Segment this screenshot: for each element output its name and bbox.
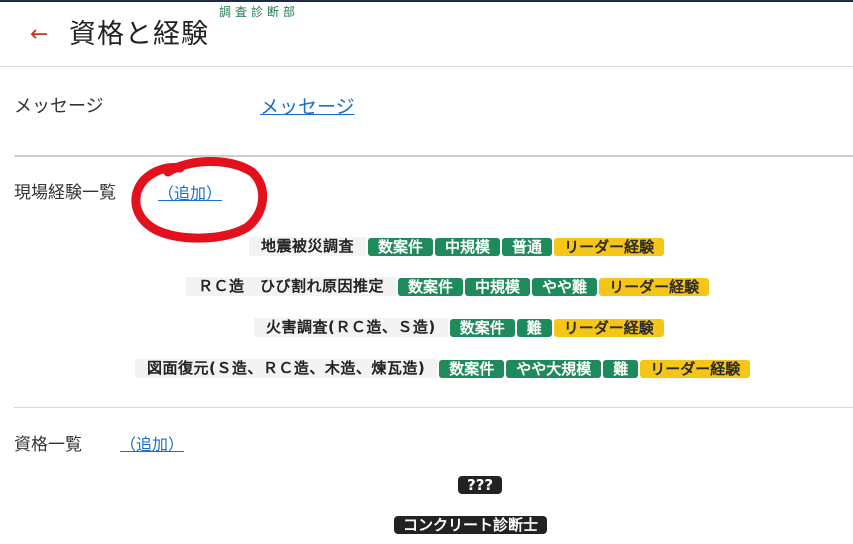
tag-difficulty: 普通 bbox=[502, 237, 553, 256]
experience-item: 地震被災調査 数案件 中規模 普通 リーダー経験 bbox=[249, 237, 665, 256]
tag-count: 数案件 bbox=[439, 359, 505, 378]
tag-scale: 中規模 bbox=[435, 237, 501, 256]
experience-item: 図面復元(Ｓ造、ＲＣ造、木造、煉瓦造) 数案件 やや大規模 難 リーダー経験 bbox=[135, 359, 751, 378]
header-divider bbox=[0, 66, 853, 67]
qualification-badge: コンクリート診断士 bbox=[394, 516, 548, 534]
section-divider bbox=[14, 407, 853, 408]
qualification-badge: ??? bbox=[458, 476, 503, 494]
message-label: メッセージ bbox=[14, 96, 104, 117]
tag-scale: やや大規模 bbox=[506, 359, 602, 378]
tag-difficulty: 難 bbox=[516, 318, 552, 337]
experience-item: 火害調査(ＲＣ造、Ｓ造) 数案件 難 リーダー経験 bbox=[254, 318, 664, 337]
add-qualification-link[interactable]: （追加） bbox=[120, 435, 184, 455]
message-link[interactable]: メッセージ bbox=[260, 95, 355, 119]
experience-item: ＲＣ造 ひび割れ原因推定 数案件 中規模 やや難 リーダー経験 bbox=[186, 277, 710, 296]
department-label: 調査診断部 bbox=[219, 5, 300, 19]
page-title: 資格と経験 bbox=[69, 19, 209, 50]
tag-difficulty: やや難 bbox=[532, 277, 598, 296]
experience-title: 図面復元(Ｓ造、ＲＣ造、木造、煉瓦造) bbox=[135, 359, 438, 378]
back-arrow-icon[interactable]: ← bbox=[30, 22, 48, 48]
tag-count: 数案件 bbox=[449, 318, 515, 337]
tag-count: 数案件 bbox=[368, 237, 434, 256]
tag-leader: リーダー経験 bbox=[640, 359, 751, 378]
tag-leader: リーダー経験 bbox=[599, 277, 710, 296]
tag-leader: リーダー経験 bbox=[554, 237, 665, 256]
tag-count: 数案件 bbox=[398, 277, 464, 296]
experience-title: 火害調査(ＲＣ造、Ｓ造) bbox=[254, 318, 448, 337]
experience-title: ＲＣ造 ひび割れ原因推定 bbox=[186, 277, 397, 296]
qualification-list-label: 資格一覧 bbox=[14, 435, 82, 455]
experience-title: 地震被災調査 bbox=[249, 237, 367, 256]
tag-difficulty: 難 bbox=[603, 359, 639, 378]
tag-scale: 中規模 bbox=[465, 277, 531, 296]
tag-leader: リーダー経験 bbox=[553, 318, 664, 337]
experience-list-label: 現場経験一覧 bbox=[14, 183, 116, 203]
top-border bbox=[0, 0, 853, 2]
red-annotation-circle bbox=[131, 157, 268, 243]
